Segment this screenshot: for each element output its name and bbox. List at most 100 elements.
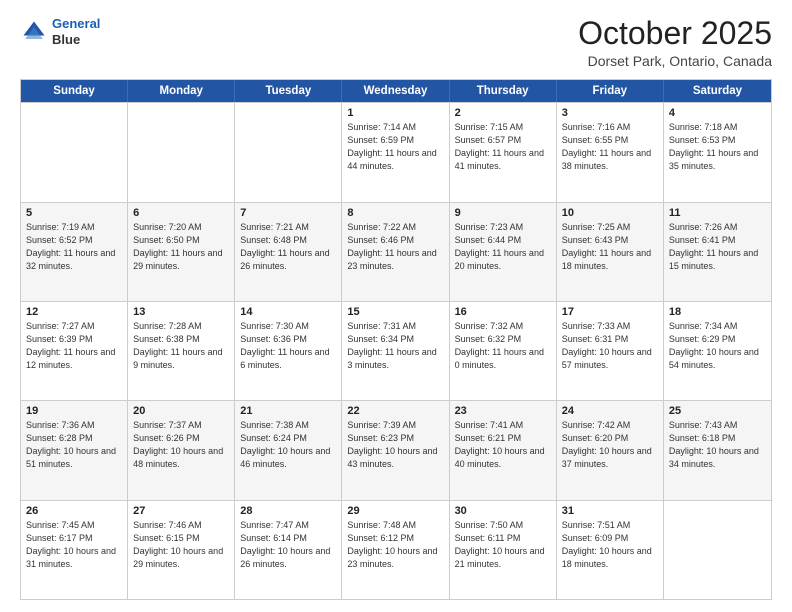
calendar-day-16: 16 Sunrise: 7:32 AM Sunset: 6:32 PM Dayli… — [450, 302, 557, 400]
day-info: Sunrise: 7:38 AM Sunset: 6:24 PM Dayligh… — [240, 419, 336, 471]
calendar-day-25: 25Sunrise: 7:43 AM Sunset: 6:18 PM Dayli… — [664, 401, 771, 499]
calendar-day-1: 1 Sunrise: 7:14 AM Sunset: 6:59 PM Daylig… — [342, 103, 449, 201]
calendar-day-26: 26 Sunrise: 7:45 AM Sunset: 6:17 PM Dayli… — [21, 501, 128, 599]
title-block: October 2025 Dorset Park, Ontario, Canad… — [578, 16, 772, 69]
day-info: Sunrise: 7:18 AM Sunset: 6:53 PM Dayligh… — [669, 121, 766, 173]
day-info: Sunrise: 7:14 AM Sunset: 6:59 PM Dayligh… — [347, 121, 443, 173]
calendar-day-6: 6Sunrise: 7:20 AM Sunset: 6:50 PM Daylig… — [128, 203, 235, 301]
calendar-day-23: 23 Sunrise: 7:41 AM Sunset: 6:21 PM Dayli… — [450, 401, 557, 499]
calendar-day-empty — [235, 103, 342, 201]
calendar-day-20: 20 Sunrise: 7:37 AM Sunset: 6:26 PM Dayli… — [128, 401, 235, 499]
day-info: Sunrise: 7:33 AM Sunset: 6:31 PM Dayligh… — [562, 320, 658, 372]
weekday-header-wednesday: Wednesday — [342, 80, 449, 102]
weekday-header-saturday: Saturday — [664, 80, 771, 102]
calendar-day-empty — [128, 103, 235, 201]
day-info: Sunrise: 7:26 AM Sunset: 6:41 PM Dayligh… — [669, 221, 766, 273]
day-info: Sunrise: 7:34 AM Sunset: 6:29 PM Dayligh… — [669, 320, 766, 372]
day-number: 17 — [562, 306, 658, 318]
day-number: 9 — [455, 207, 551, 219]
calendar-day-9: 9Sunrise: 7:23 AM Sunset: 6:44 PM Daylig… — [450, 203, 557, 301]
calendar-day-28: 28 Sunrise: 7:47 AM Sunset: 6:14 PM Dayli… — [235, 501, 342, 599]
calendar-day-27: 27 Sunrise: 7:46 AM Sunset: 6:15 PM Dayli… — [128, 501, 235, 599]
day-number: 22 — [347, 405, 443, 417]
day-info: Sunrise: 7:22 AM Sunset: 6:46 PM Dayligh… — [347, 221, 443, 273]
calendar-week-5: 26 Sunrise: 7:45 AM Sunset: 6:17 PM Dayli… — [21, 500, 771, 599]
calendar-day-5: 5 Sunrise: 7:19 AM Sunset: 6:52 PM Daylig… — [21, 203, 128, 301]
page: General Blue October 2025 Dorset Park, O… — [0, 0, 792, 612]
calendar-day-15: 15 Sunrise: 7:31 AM Sunset: 6:34 PM Dayli… — [342, 302, 449, 400]
day-info: Sunrise: 7:28 AM Sunset: 6:38 PM Dayligh… — [133, 320, 229, 372]
day-info: Sunrise: 7:25 AM Sunset: 6:43 PM Dayligh… — [562, 221, 658, 273]
calendar-day-10: 10 Sunrise: 7:25 AM Sunset: 6:43 PM Dayli… — [557, 203, 664, 301]
calendar-day-30: 30Sunrise: 7:50 AM Sunset: 6:11 PM Dayli… — [450, 501, 557, 599]
day-info: Sunrise: 7:36 AM Sunset: 6:28 PM Dayligh… — [26, 419, 122, 471]
day-info: Sunrise: 7:45 AM Sunset: 6:17 PM Dayligh… — [26, 519, 122, 571]
day-info: Sunrise: 7:46 AM Sunset: 6:15 PM Dayligh… — [133, 519, 229, 571]
calendar: SundayMondayTuesdayWednesdayThursdayFrid… — [20, 79, 772, 600]
location-text: Dorset Park, Ontario, Canada — [578, 53, 772, 69]
calendar-day-4: 4Sunrise: 7:18 AM Sunset: 6:53 PM Daylig… — [664, 103, 771, 201]
day-number: 26 — [26, 505, 122, 517]
calendar-day-2: 2 Sunrise: 7:15 AM Sunset: 6:57 PM Daylig… — [450, 103, 557, 201]
day-number: 12 — [26, 306, 122, 318]
calendar-week-1: 1 Sunrise: 7:14 AM Sunset: 6:59 PM Daylig… — [21, 102, 771, 201]
day-number: 1 — [347, 107, 443, 119]
day-info: Sunrise: 7:32 AM Sunset: 6:32 PM Dayligh… — [455, 320, 551, 372]
day-number: 23 — [455, 405, 551, 417]
day-info: Sunrise: 7:15 AM Sunset: 6:57 PM Dayligh… — [455, 121, 551, 173]
day-number: 2 — [455, 107, 551, 119]
calendar-day-29: 29 Sunrise: 7:48 AM Sunset: 6:12 PM Dayli… — [342, 501, 449, 599]
day-info: Sunrise: 7:42 AM Sunset: 6:20 PM Dayligh… — [562, 419, 658, 471]
day-number: 8 — [347, 207, 443, 219]
logo: General Blue — [20, 16, 100, 47]
day-number: 20 — [133, 405, 229, 417]
day-number: 28 — [240, 505, 336, 517]
calendar-day-24: 24 Sunrise: 7:42 AM Sunset: 6:20 PM Dayli… — [557, 401, 664, 499]
day-number: 27 — [133, 505, 229, 517]
calendar-day-empty — [21, 103, 128, 201]
calendar-day-3: 3Sunrise: 7:16 AM Sunset: 6:55 PM Daylig… — [557, 103, 664, 201]
month-title: October 2025 — [578, 16, 772, 51]
day-info: Sunrise: 7:51 AM Sunset: 6:09 PM Dayligh… — [562, 519, 658, 571]
calendar-day-11: 11 Sunrise: 7:26 AM Sunset: 6:41 PM Dayli… — [664, 203, 771, 301]
weekday-header-tuesday: Tuesday — [235, 80, 342, 102]
day-number: 10 — [562, 207, 658, 219]
day-number: 24 — [562, 405, 658, 417]
day-info: Sunrise: 7:19 AM Sunset: 6:52 PM Dayligh… — [26, 221, 122, 273]
day-number: 19 — [26, 405, 122, 417]
calendar-day-12: 12 Sunrise: 7:27 AM Sunset: 6:39 PM Dayli… — [21, 302, 128, 400]
day-info: Sunrise: 7:43 AM Sunset: 6:18 PM Dayligh… — [669, 419, 766, 471]
calendar-day-18: 18Sunrise: 7:34 AM Sunset: 6:29 PM Dayli… — [664, 302, 771, 400]
day-info: Sunrise: 7:47 AM Sunset: 6:14 PM Dayligh… — [240, 519, 336, 571]
day-number: 21 — [240, 405, 336, 417]
day-info: Sunrise: 7:27 AM Sunset: 6:39 PM Dayligh… — [26, 320, 122, 372]
calendar-body: 1 Sunrise: 7:14 AM Sunset: 6:59 PM Daylig… — [21, 102, 771, 599]
day-info: Sunrise: 7:41 AM Sunset: 6:21 PM Dayligh… — [455, 419, 551, 471]
day-number: 15 — [347, 306, 443, 318]
calendar-day-14: 14 Sunrise: 7:30 AM Sunset: 6:36 PM Dayli… — [235, 302, 342, 400]
calendar-day-19: 19 Sunrise: 7:36 AM Sunset: 6:28 PM Dayli… — [21, 401, 128, 499]
calendar-week-4: 19 Sunrise: 7:36 AM Sunset: 6:28 PM Dayli… — [21, 400, 771, 499]
day-info: Sunrise: 7:20 AM Sunset: 6:50 PM Dayligh… — [133, 221, 229, 273]
logo-text: General Blue — [52, 16, 100, 47]
day-info: Sunrise: 7:31 AM Sunset: 6:34 PM Dayligh… — [347, 320, 443, 372]
header: General Blue October 2025 Dorset Park, O… — [20, 16, 772, 69]
day-info: Sunrise: 7:21 AM Sunset: 6:48 PM Dayligh… — [240, 221, 336, 273]
day-number: 14 — [240, 306, 336, 318]
day-number: 16 — [455, 306, 551, 318]
day-number: 5 — [26, 207, 122, 219]
day-number: 7 — [240, 207, 336, 219]
day-number: 31 — [562, 505, 658, 517]
calendar-header-row: SundayMondayTuesdayWednesdayThursdayFrid… — [21, 80, 771, 102]
day-number: 11 — [669, 207, 766, 219]
weekday-header-thursday: Thursday — [450, 80, 557, 102]
day-info: Sunrise: 7:50 AM Sunset: 6:11 PM Dayligh… — [455, 519, 551, 571]
calendar-day-17: 17 Sunrise: 7:33 AM Sunset: 6:31 PM Dayli… — [557, 302, 664, 400]
logo-icon — [20, 18, 48, 46]
day-info: Sunrise: 7:30 AM Sunset: 6:36 PM Dayligh… — [240, 320, 336, 372]
calendar-week-2: 5 Sunrise: 7:19 AM Sunset: 6:52 PM Daylig… — [21, 202, 771, 301]
day-info: Sunrise: 7:48 AM Sunset: 6:12 PM Dayligh… — [347, 519, 443, 571]
day-info: Sunrise: 7:37 AM Sunset: 6:26 PM Dayligh… — [133, 419, 229, 471]
weekday-header-monday: Monday — [128, 80, 235, 102]
day-number: 29 — [347, 505, 443, 517]
